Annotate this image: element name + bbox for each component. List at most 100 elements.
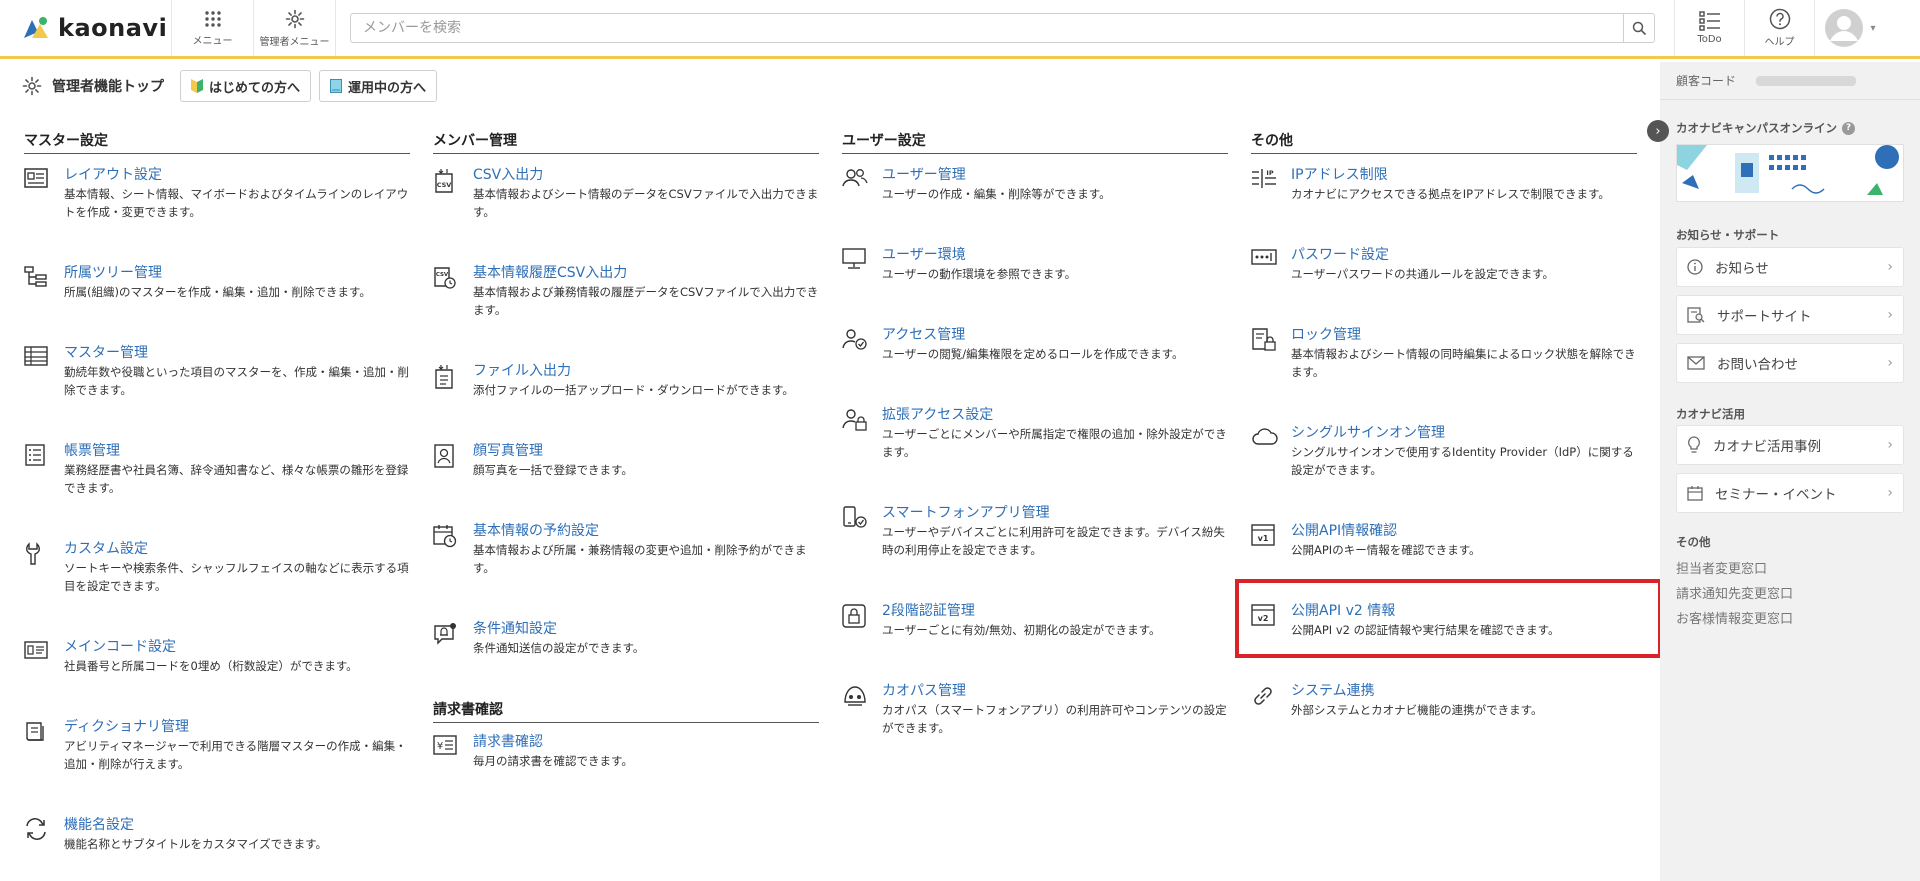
admin-item-custom[interactable]: カスタム設定ソートキーや検索条件、シャッフルフェイスの軸などに表示する項目を設定…	[24, 540, 410, 595]
id-card-icon	[24, 641, 48, 659]
item-title[interactable]: カスタム設定	[64, 540, 410, 558]
kaonavi-logo[interactable]: kaonavi	[0, 0, 172, 56]
header-tools: ToDo ヘルプ ▾	[1674, 0, 1885, 56]
item-title[interactable]: マスター管理	[64, 344, 410, 362]
item-title[interactable]: 顔写真管理	[473, 442, 819, 460]
sidebar-item-label: セミナー・イベント	[1715, 487, 1837, 503]
item-title[interactable]: システム連携	[1291, 682, 1637, 700]
column-user-settings: ユーザー設定	[842, 130, 1228, 162]
admin-item-sso[interactable]: シングルサインオン管理 シングルサインオンで使用するIdentity Provid…	[1251, 424, 1637, 479]
item-title[interactable]: 帳票管理	[64, 442, 410, 460]
item-title[interactable]: シングルサインオン管理	[1291, 424, 1637, 442]
sidebar-seminar-button[interactable]: セミナー・イベント ›	[1676, 473, 1904, 513]
admin-item-ip-restriction[interactable]: IP IPアドレス制限 カオナビにアクセスできる拠点をIPアドレスで制限できます。	[1251, 166, 1637, 203]
admin-item-csv-io[interactable]: CSV CSV入出力 基本情報およびシート情報のデータをCSVファイルで入出力でき…	[433, 166, 819, 221]
item-title[interactable]: 条件通知設定	[473, 620, 819, 638]
admin-item-lock[interactable]: ロック管理基本情報およびシート情報の同時編集によるロック状態を解除できます。	[1251, 326, 1637, 381]
item-title[interactable]: 所属ツリー管理	[64, 264, 410, 282]
customer-code-value	[1756, 75, 1857, 86]
item-title[interactable]: 拡張アクセス設定	[882, 406, 1228, 424]
operating-guide-button[interactable]: 運用中の方へ	[319, 70, 438, 102]
admin-item-access[interactable]: アクセス管理 ユーザーの閲覧/編集権限を定めるロールを作成できます。	[842, 326, 1228, 363]
item-title[interactable]: ファイル入出力	[473, 362, 819, 380]
column-master-settings: マスター設定	[24, 130, 410, 162]
admin-item-master[interactable]: マスター管理 勤続年数や役職といった項目のマスターを、作成・編集・追加・削除できま…	[24, 344, 410, 399]
admin-item-extended-access[interactable]: 拡張アクセス設定 ユーザーごとにメンバーや所属指定で権限の追加・除外設定ができます…	[842, 406, 1228, 461]
campus-banner[interactable]	[1676, 144, 1904, 202]
admin-item-invoice[interactable]: ¥ 請求書確認 毎月の請求書を確認できます。	[433, 733, 819, 770]
item-desc: 顔写真を一括で登録できます。	[473, 463, 633, 477]
item-title[interactable]: 2段階認証管理	[882, 602, 1228, 620]
admin-item-condition-notice[interactable]: 条件通知設定 条件通知送信の設定ができます。	[433, 620, 819, 657]
item-title[interactable]: パスワード設定	[1291, 246, 1637, 264]
search-button[interactable]	[1623, 14, 1654, 42]
admin-menu-button[interactable]: 管理者メニュー	[254, 0, 336, 56]
admin-item-layout[interactable]: レイアウト設定 基本情報、シート情報、マイボードおよびタイムラインのレイアウトを作…	[24, 166, 410, 221]
admin-item-dictionary[interactable]: ディクショナリ管理 アビリティマネージャーで利用できる階層マスターの作成・編集・追…	[24, 718, 410, 773]
admin-item-users[interactable]: ユーザー管理 ユーザーの作成・編集・削除等ができます。	[842, 166, 1228, 203]
admin-item-two-factor[interactable]: 2段階認証管理 ユーザーごとに有効/無効、初期化の設定ができます。	[842, 602, 1228, 639]
invoice-section-heading: 請求書確認	[433, 699, 819, 723]
monitor-icon	[842, 248, 866, 269]
admin-item-public-api[interactable]: v1 公開API情報確認 公開APIのキー情報を確認できます。	[1251, 522, 1637, 559]
admin-item-smartphone[interactable]: スマートフォンアプリ管理 ユーザーやデバイスごとに利用許可を設定できます。デバイス…	[842, 504, 1228, 559]
sidebar-case-studies-button[interactable]: カオナビ活用事例 ›	[1676, 425, 1904, 465]
admin-item-csv-history[interactable]: CSV 基本情報履歴CSV入出力 基本情報および兼務情報の履歴データをCSVファイ…	[433, 264, 819, 319]
chevron-right-icon: ›	[1887, 485, 1893, 501]
admin-item-forms[interactable]: 帳票管理業務経歴書や社員名簿、辞令通知書など、様々な帳票の雛形を登録できます。	[24, 442, 410, 497]
admin-item-file-io[interactable]: ファイル入出力 添付ファイルの一括アップロード・ダウンロードができます。	[433, 362, 819, 399]
customer-info-change-link[interactable]: お客様情報変更窓口	[1676, 608, 1793, 627]
admin-item-kaopass[interactable]: カオパス管理 カオパス（スマートフォンアプリ）の利用許可やコンテンツの設定ができま…	[842, 682, 1228, 737]
admin-item-password[interactable]: パスワード設定 ユーザーパスワードの共通ルールを設定できます。	[1251, 246, 1637, 283]
chevron-right-icon: ›	[1655, 123, 1661, 139]
todo-label: ToDo	[1697, 34, 1722, 45]
sidebar-notice-button[interactable]: お知らせ ›	[1676, 247, 1904, 287]
item-title[interactable]: アクセス管理	[882, 326, 1228, 344]
sidebar-support-site-button[interactable]: サポートサイト ›	[1676, 295, 1904, 335]
billing-contact-change-link[interactable]: 請求通知先変更窓口	[1676, 583, 1793, 602]
admin-item-photos[interactable]: 顔写真管理顔写真を一括で登録できます。	[433, 442, 819, 479]
item-title[interactable]: カオパス管理	[882, 682, 1228, 700]
bell-chat-icon	[434, 623, 456, 645]
item-desc: 業務経歴書や社員名簿、辞令通知書など、様々な帳票の雛形を登録できます。	[64, 463, 409, 495]
item-desc: 社員番号と所属コードを0埋め（桁数設定）ができます。	[64, 659, 358, 673]
item-title[interactable]: ロック管理	[1291, 326, 1637, 344]
menu-button[interactable]: メニュー	[172, 0, 254, 56]
admin-item-system-integration[interactable]: システム連携 外部システムとカオナビ機能の連携ができます。	[1251, 682, 1637, 719]
help-button[interactable]: ヘルプ	[1745, 0, 1815, 56]
contact-change-link[interactable]: 担当者変更窓口	[1676, 558, 1767, 577]
sidebar-contact-button[interactable]: お問い合わせ ›	[1676, 343, 1904, 383]
item-title[interactable]: 請求書確認	[473, 733, 819, 751]
layout-icon	[24, 168, 48, 188]
admin-item-main-code[interactable]: メインコード設定社員番号と所属コードを0埋め（桁数設定）ができます。	[24, 638, 410, 675]
item-title[interactable]: ディクショナリ管理	[64, 718, 410, 736]
api-v1-icon: v1	[1251, 524, 1275, 546]
item-title[interactable]: ユーザー管理	[882, 166, 1228, 184]
user-menu[interactable]: ▾	[1815, 0, 1885, 56]
item-title[interactable]: 基本情報の予約設定	[473, 522, 819, 540]
sidebar-item-label: カオナビ活用事例	[1713, 439, 1821, 455]
item-title[interactable]: レイアウト設定	[64, 166, 410, 184]
admin-item-org-tree[interactable]: 所属ツリー管理 所属(組織)のマスターを作成・編集・追加・削除できます。	[24, 264, 410, 301]
item-title[interactable]: IPアドレス制限	[1291, 166, 1637, 184]
admin-item-feature-name[interactable]: 機能名設定 機能名称とサブタイトルをカスタマイズできます。	[24, 816, 410, 853]
item-title[interactable]: 機能名設定	[64, 816, 410, 834]
calendar-clock-icon	[433, 525, 457, 548]
item-title[interactable]: スマートフォンアプリ管理	[882, 504, 1228, 522]
sidebar-collapse-button[interactable]: ›	[1647, 120, 1669, 142]
item-title[interactable]: ユーザー環境	[882, 246, 1228, 264]
todo-button[interactable]: ToDo	[1675, 0, 1745, 56]
item-desc: ソートキーや検索条件、シャッフルフェイスの軸などに表示する項目を設定できます。	[64, 561, 409, 593]
item-title[interactable]: 基本情報履歴CSV入出力	[473, 264, 819, 282]
item-desc: 基本情報およびシート情報の同時編集によるロック状態を解除できます。	[1291, 347, 1636, 379]
tree-icon	[24, 266, 47, 287]
ip-icon: IP	[1252, 169, 1276, 188]
search-input[interactable]	[351, 20, 1623, 36]
admin-item-user-env[interactable]: ユーザー環境 ユーザーの動作環境を参照できます。	[842, 246, 1228, 283]
item-title[interactable]: CSV入出力	[473, 166, 819, 184]
item-title[interactable]: 公開API情報確認	[1291, 522, 1637, 540]
item-title[interactable]: メインコード設定	[64, 638, 410, 656]
beginner-guide-button[interactable]: はじめての方へ	[180, 70, 312, 102]
help-circle-icon[interactable]: ?	[1842, 121, 1855, 135]
admin-item-reservation[interactable]: 基本情報の予約設定 基本情報および所属・兼務情報の変更や追加・削除予約ができます。	[433, 522, 819, 577]
